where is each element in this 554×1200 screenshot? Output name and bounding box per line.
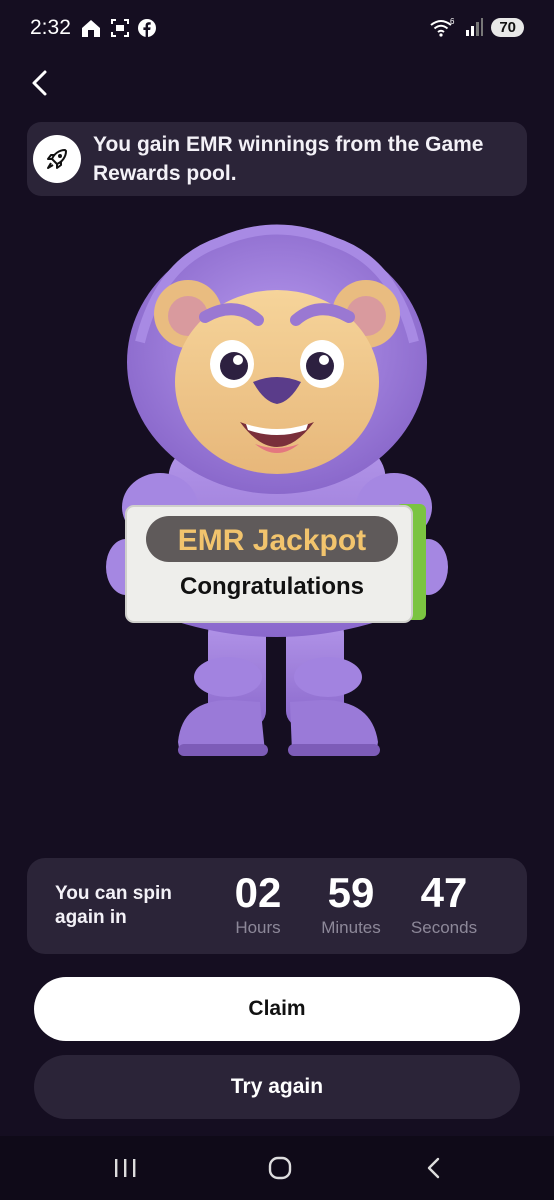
seconds-unit: 47 Seconds xyxy=(399,870,489,938)
status-bar: 2:32 6 70 xyxy=(0,0,554,58)
signal-icon xyxy=(466,18,484,36)
home-icon xyxy=(82,20,100,37)
try-again-button[interactable]: Try again xyxy=(34,1055,520,1119)
wifi-icon: 6 xyxy=(430,17,455,37)
countdown-label: You can spin again in xyxy=(55,883,172,928)
claim-button[interactable]: Claim xyxy=(34,977,520,1041)
home-circle-icon[interactable] xyxy=(260,1152,300,1184)
battery-icon: 70 xyxy=(491,17,524,37)
back-button[interactable] xyxy=(26,66,58,100)
status-time: 2:32 xyxy=(30,16,71,39)
svg-text:6: 6 xyxy=(450,17,455,26)
sign-subtitle: Congratulations xyxy=(180,573,364,600)
recent-apps-icon[interactable] xyxy=(105,1152,145,1184)
minutes-unit: 59 Minutes xyxy=(306,870,396,938)
hours-label: Hours xyxy=(235,918,281,937)
system-nav-bar xyxy=(0,1136,554,1200)
screenshot-icon xyxy=(111,19,129,37)
spin-countdown-card: You can spin again in 02 Hours 59 Minute… xyxy=(27,858,527,954)
rocket-icon xyxy=(33,135,81,183)
minutes-value: 59 xyxy=(327,869,375,916)
hours-unit: 02 Hours xyxy=(213,870,303,938)
banner-text: You gain EMR winnings from the Game Rewa… xyxy=(93,133,484,185)
minutes-label: Minutes xyxy=(321,918,381,937)
back-chevron-icon[interactable] xyxy=(414,1152,454,1184)
chevron-left-icon xyxy=(32,70,47,96)
lion-mascot-illustration: EMR Jackpot Congratulations xyxy=(106,224,448,756)
jackpot-sign: EMR Jackpot Congratulations xyxy=(125,504,426,623)
seconds-value: 47 xyxy=(420,869,468,916)
info-banner: You gain EMR winnings from the Game Rewa… xyxy=(27,122,527,196)
seconds-label: Seconds xyxy=(410,918,478,937)
sign-title: EMR Jackpot xyxy=(178,524,366,557)
hours-value: 02 xyxy=(234,869,282,916)
facebook-icon xyxy=(138,19,156,37)
